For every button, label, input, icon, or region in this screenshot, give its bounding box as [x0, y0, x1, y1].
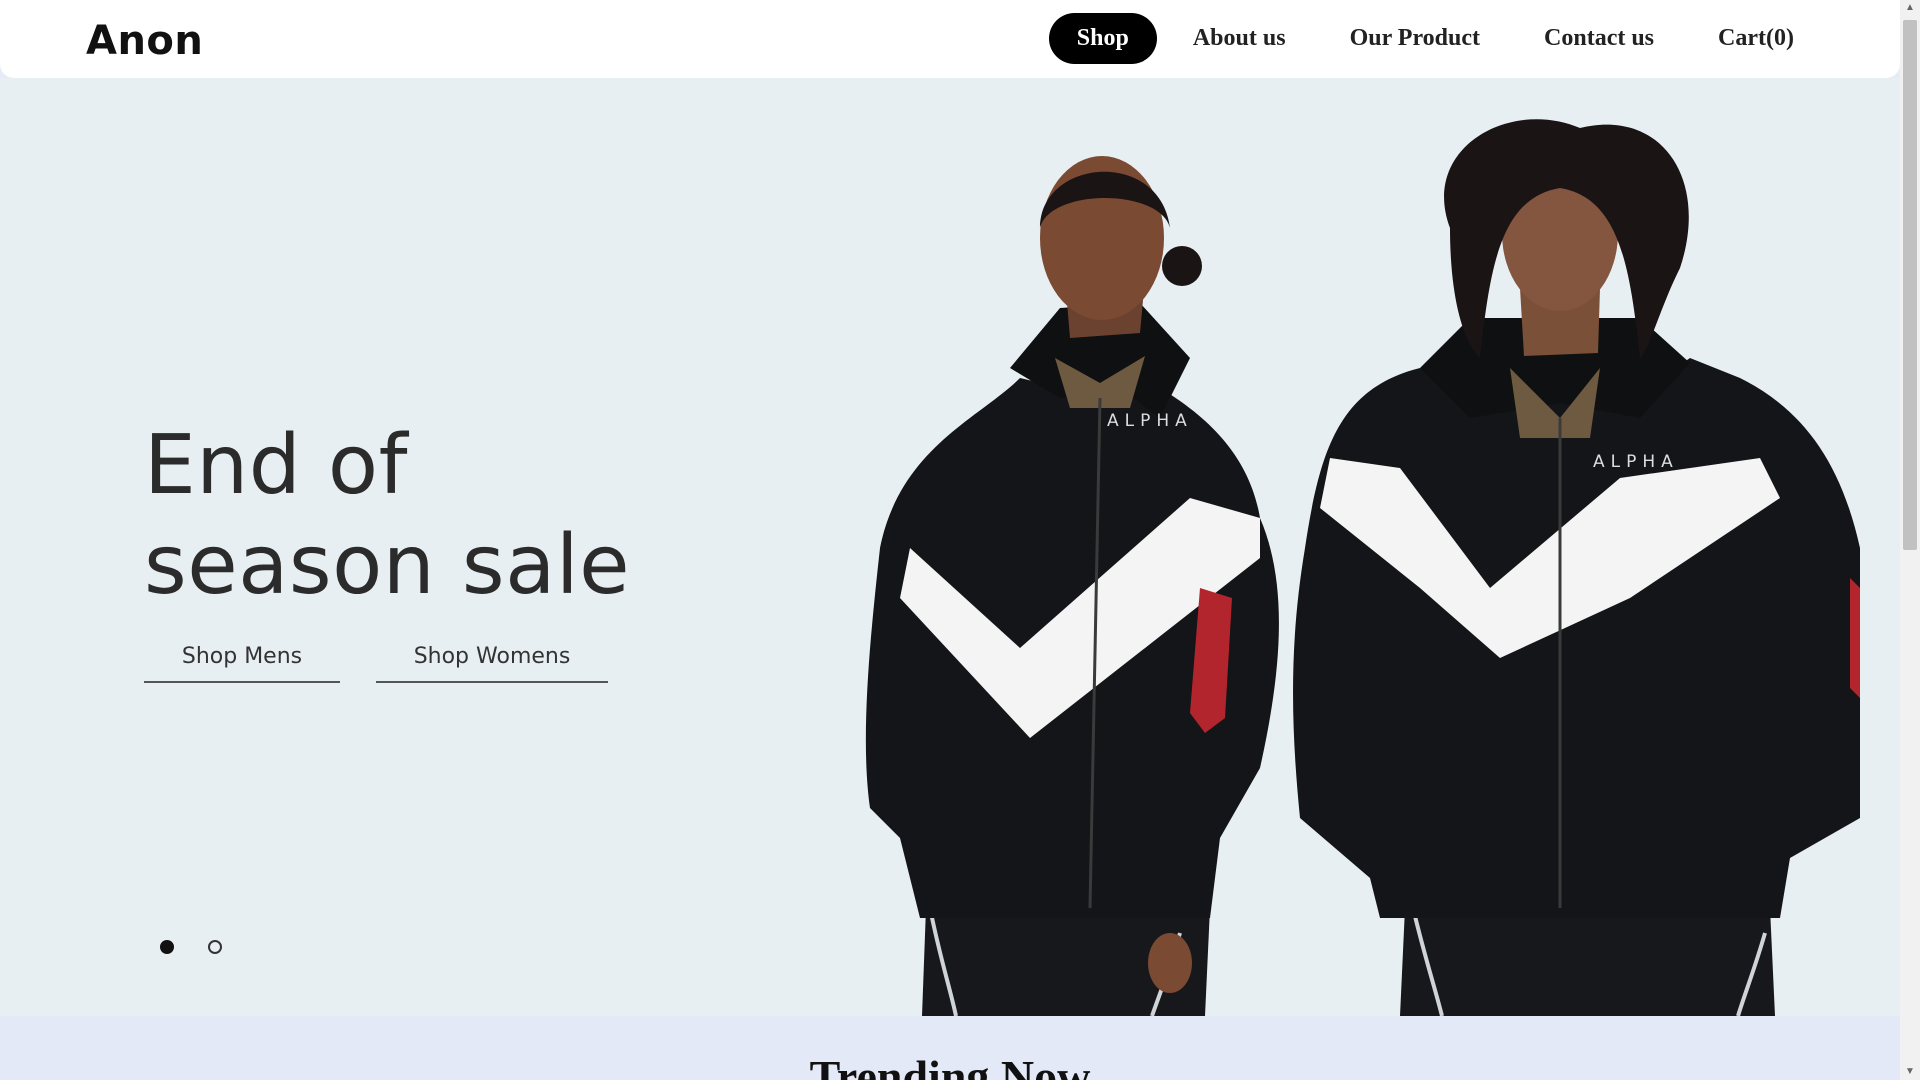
trending-title: Trending Now	[809, 1051, 1091, 1080]
nav-our-product[interactable]: Our Product	[1322, 13, 1508, 64]
page: Anon Shop About us Our Product Contact u…	[0, 0, 1900, 1080]
hero-title: End of season sale	[144, 416, 744, 616]
slider-dots	[160, 940, 222, 954]
slide-dot-2[interactable]	[208, 940, 222, 954]
site-header: Anon Shop About us Our Product Contact u…	[0, 0, 1900, 78]
hero-title-line2: season sale	[144, 518, 631, 613]
shop-womens-link[interactable]: Shop Womens	[376, 634, 608, 683]
main-nav: Shop About us Our Product Contact us Car…	[1041, 13, 1822, 64]
nav-contact-us[interactable]: Contact us	[1516, 13, 1682, 64]
hero-title-line1: End of	[144, 418, 408, 513]
logo[interactable]: Anon	[86, 18, 203, 64]
vertical-scrollbar[interactable]: ▲ ▼	[1900, 0, 1920, 1080]
jacket-brand-text-man: ALPHA	[1593, 452, 1679, 472]
hero-links: Shop Mens Shop Womens	[144, 634, 608, 683]
scroll-down-arrow-icon[interactable]: ▼	[1900, 1064, 1920, 1080]
nav-shop[interactable]: Shop	[1048, 13, 1157, 64]
hero-banner: End of season sale Shop Mens Shop Womens	[0, 78, 1900, 1016]
slide-dot-1[interactable]	[160, 940, 174, 954]
jacket-brand-text-woman: ALPHA	[1107, 411, 1193, 431]
model-woman: ALPHA	[865, 156, 1279, 1016]
hero-models-image: ALPHA ALPHA	[865, 119, 1860, 1016]
model-man: ALPHA	[1293, 119, 1860, 1016]
shop-mens-link[interactable]: Shop Mens	[144, 634, 340, 683]
nav-about-us[interactable]: About us	[1165, 13, 1314, 64]
trending-section: Trending Now	[0, 1016, 1900, 1080]
scroll-thumb[interactable]	[1903, 20, 1917, 550]
scroll-up-arrow-icon[interactable]: ▲	[1900, 0, 1920, 16]
nav-cart[interactable]: Cart(0)	[1690, 13, 1822, 64]
